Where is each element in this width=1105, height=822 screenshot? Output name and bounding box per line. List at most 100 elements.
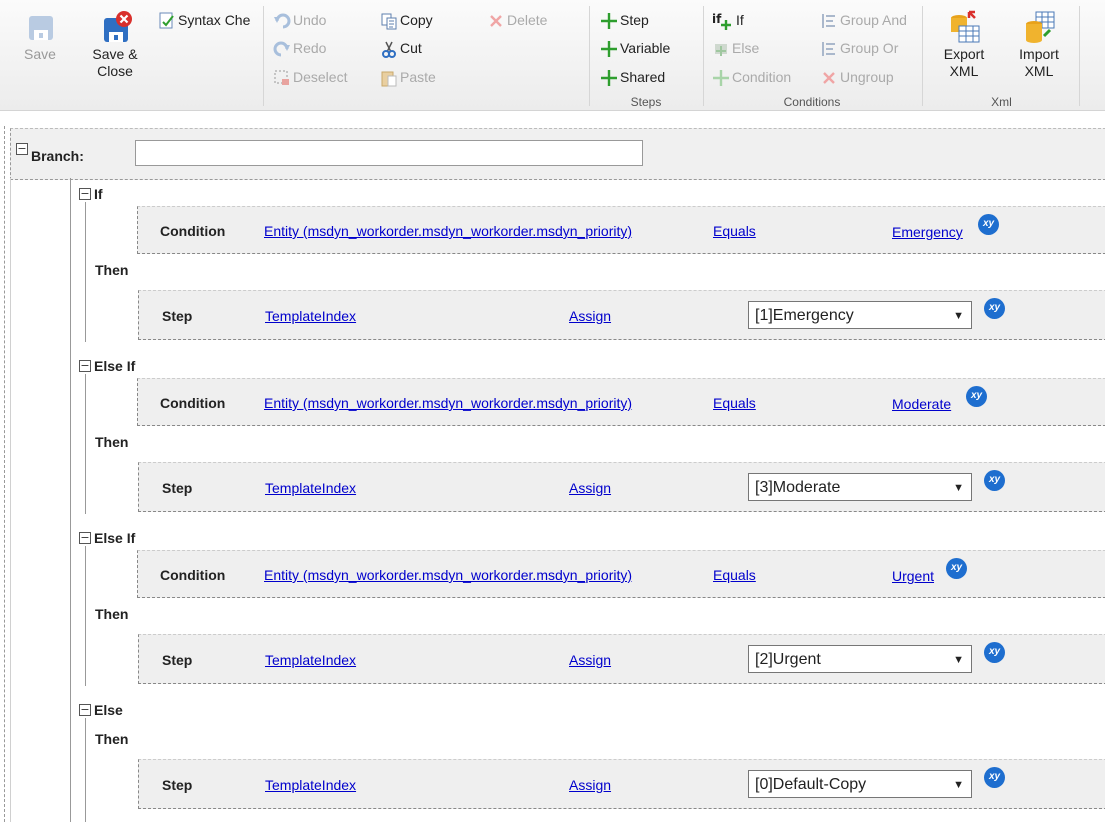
step-value-select[interactable]: [1]Emergency ▼ [748,301,972,329]
step-action-link[interactable]: Assign [569,777,611,793]
step-action-link[interactable]: Assign [569,480,611,496]
step-label: Step [162,777,193,793]
export-xml-button[interactable]: Export XML [934,10,994,80]
step-value-select[interactable]: [0]Default-Copy ▼ [748,770,972,798]
deselect-button[interactable]: Deselect [273,67,347,87]
syntax-check-button[interactable]: Syntax Che [158,10,256,30]
branch-name-input[interactable] [135,140,643,166]
step-field-link[interactable]: TemplateIndex [265,777,356,793]
step-action-link[interactable]: Assign [569,308,611,324]
save-button[interactable]: Save [10,10,70,63]
ungroup-button[interactable]: Ungroup [820,67,894,87]
ribbon-divider [589,6,590,106]
conditions-group-label: Conditions [783,95,841,109]
ungroup-x-icon [820,69,838,87]
else-collapse-toggle[interactable]: − [79,704,91,716]
undo-button[interactable]: Undo [273,10,326,30]
xy-expression-icon[interactable]: xy [984,470,1005,491]
paste-button[interactable]: Paste [380,67,436,87]
if-collapse-toggle[interactable]: − [79,188,91,200]
condition-row: Condition Entity (msdyn_workorder.msdyn_… [137,206,1105,254]
group-and-button[interactable]: Group And [820,10,907,30]
group-or-button[interactable]: Group Or [820,38,898,58]
add-else-button[interactable]: Else [712,38,759,58]
copy-button[interactable]: Copy [380,10,433,30]
steps-group-label: Steps [630,95,662,109]
outer-dashed-border [4,126,5,822]
else-icon [712,40,730,58]
condition-field-link[interactable]: Entity (msdyn_workorder.msdyn_workorder.… [264,223,632,239]
step-field-link[interactable]: TemplateIndex [265,480,356,496]
condition-operator-link[interactable]: Equals [713,223,756,239]
save-close-icon [98,10,132,44]
export-label-1: Export [943,46,985,62]
xy-expression-icon[interactable]: xy [978,214,999,235]
xy-expression-icon[interactable]: xy [984,642,1005,663]
clipboard-icon [380,69,398,87]
condition-row: Condition Entity (msdyn_workorder.msdyn_… [137,550,1105,598]
else-if-collapse-toggle[interactable]: − [79,360,91,372]
deselect-icon [273,69,291,87]
undo-icon [273,12,291,30]
condition-value-link[interactable]: Urgent [892,568,934,584]
plus-icon [600,40,618,58]
else-if-header: Else If [94,358,136,374]
ribbon-divider [922,6,923,106]
cut-button[interactable]: Cut [380,38,422,59]
dropdown-arrow-icon: ▼ [953,779,964,791]
xy-expression-icon[interactable]: xy [946,558,967,579]
step-value-select[interactable]: [2]Urgent ▼ [748,645,972,673]
group-and-icon [820,12,838,30]
condition-operator-link[interactable]: Equals [713,395,756,411]
branch-editor: − Branch: − If Condition Entity (msdyn_w… [0,110,1105,822]
xy-expression-icon[interactable]: xy [984,298,1005,319]
condition-label: Condition [160,395,226,411]
tree-line [85,718,86,822]
condition-value-link[interactable]: Moderate [892,396,951,412]
save-and-close-button[interactable]: Save & Close [85,10,145,80]
dropdown-arrow-icon: ▼ [953,310,964,322]
condition-value-link[interactable]: Emergency [892,224,963,240]
ribbon-divider [263,6,264,106]
add-condition-button[interactable]: Condition [712,67,791,87]
plus-icon [600,69,618,87]
svg-text:if: if [712,12,722,26]
xy-expression-icon[interactable]: xy [966,386,987,407]
else-if-header: Else If [94,530,136,546]
step-value-select[interactable]: [3]Moderate ▼ [748,473,972,501]
ribbon-toolbar: Save Save & Close Syntax Che Undo Redo D… [0,0,1105,111]
condition-field-link[interactable]: Entity (msdyn_workorder.msdyn_workorder.… [264,567,632,583]
tree-line [85,546,86,686]
branch-label: Branch: [31,148,84,164]
import-xml-button[interactable]: Import XML [1009,10,1069,80]
save-close-label-1: Save & [92,46,138,62]
tree-line [10,178,11,822]
condition-field-link[interactable]: Entity (msdyn_workorder.msdyn_workorder.… [264,395,632,411]
branch-row: − Branch: [10,128,1105,180]
add-step-button[interactable]: Step [600,10,649,30]
step-field-link[interactable]: TemplateIndex [265,652,356,668]
branch-collapse-toggle[interactable]: − [16,143,28,155]
floppy-disk-icon [23,10,57,44]
delete-button[interactable]: Delete [487,10,547,30]
add-variable-button[interactable]: Variable [600,38,670,58]
step-action-link[interactable]: Assign [569,652,611,668]
plus-icon [600,12,618,30]
then-label: Then [95,606,129,622]
else-if-collapse-toggle[interactable]: − [79,532,91,544]
dropdown-arrow-icon: ▼ [953,654,964,666]
plus-icon [712,69,730,87]
import-label-1: Import [1019,46,1059,62]
redo-button[interactable]: Redo [273,38,326,58]
scissors-icon [380,40,398,59]
export-label-2: XML [949,63,979,79]
step-field-link[interactable]: TemplateIndex [265,308,356,324]
save-label: Save [24,46,56,62]
syntax-check-icon [158,12,176,30]
tree-line [85,202,86,342]
xy-expression-icon[interactable]: xy [984,767,1005,788]
add-if-button[interactable]: if If [712,10,744,31]
condition-operator-link[interactable]: Equals [713,567,756,583]
if-header: If [94,186,103,202]
add-shared-button[interactable]: Shared [600,67,665,87]
